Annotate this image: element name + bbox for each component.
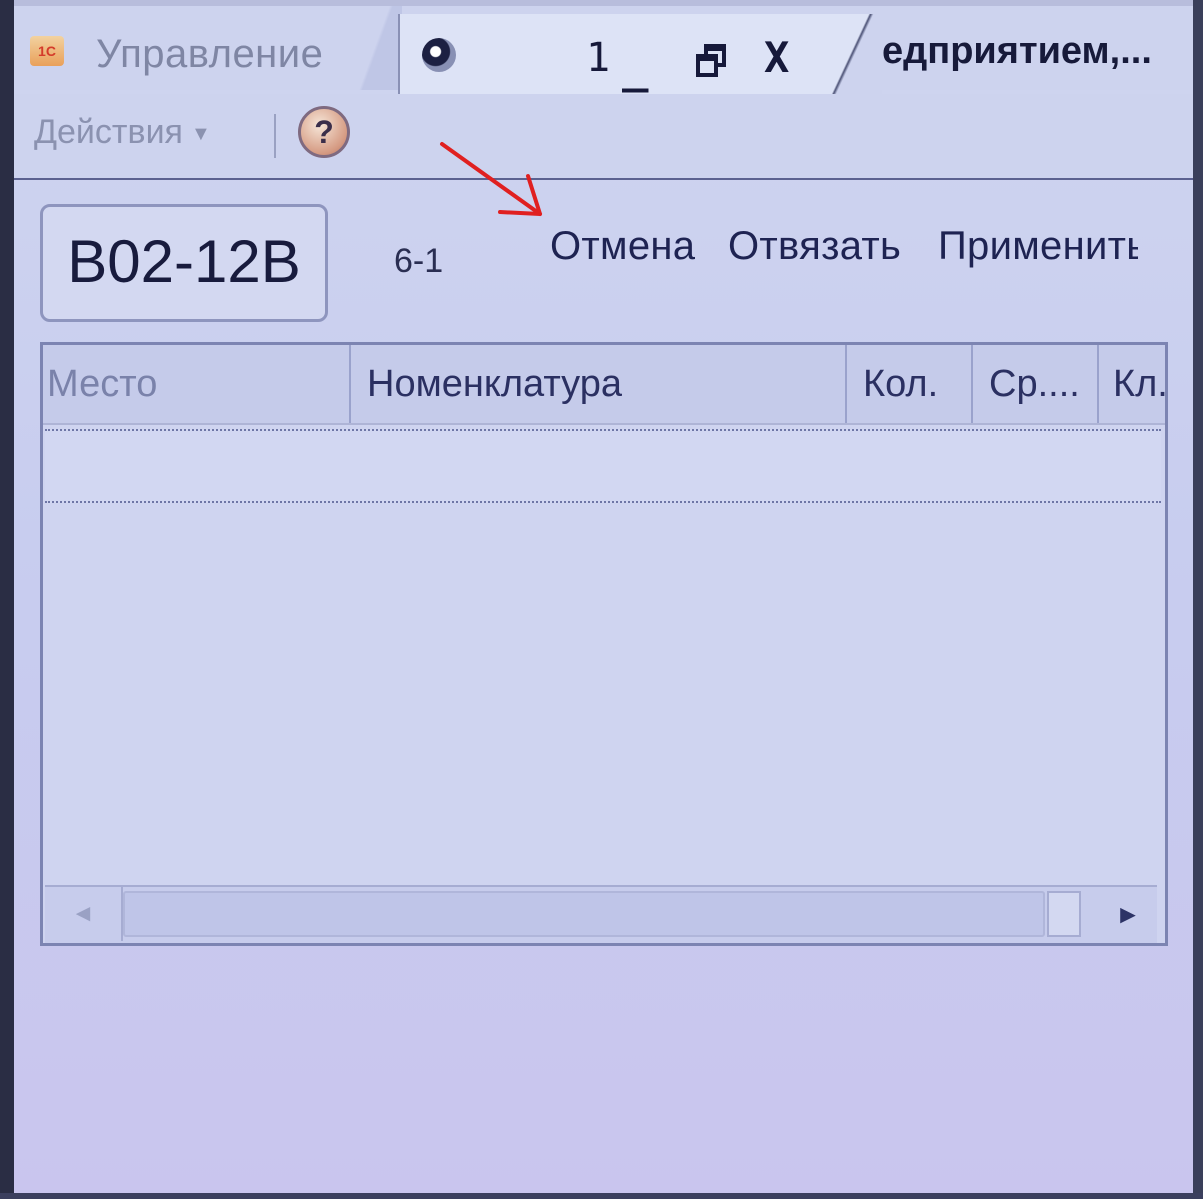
bezel-left [0, 0, 14, 1199]
column-header-place[interactable]: Место [43, 345, 351, 423]
tab-divider-right [826, 14, 882, 98]
toolbar: Действия ▼ ? [14, 94, 1193, 180]
help-button[interactable]: ? [298, 106, 350, 158]
toolbar-separator [274, 114, 276, 158]
column-header-kl[interactable]: Кл. [1099, 345, 1165, 423]
app-icon: 1С [30, 36, 64, 66]
screen: 1С Управление 1 _ X едприятием,... Дейст… [0, 0, 1203, 1199]
bezel-right [1193, 0, 1203, 1199]
cell-code-field[interactable]: B02-12B [40, 204, 328, 322]
apply-button[interactable]: Применить [938, 224, 1138, 269]
table-header: Место Номенклатура Кол. Ср.... Кл. [43, 345, 1165, 425]
restore-icon-front [696, 54, 718, 77]
cancel-button[interactable]: Отмена [550, 224, 695, 269]
scroll-right-icon[interactable]: ► [1099, 887, 1157, 941]
horizontal-scrollbar[interactable]: ◄ ► [45, 885, 1157, 943]
help-icon: ? [314, 114, 334, 150]
enterprise-window-tab[interactable]: едприятием,... [882, 30, 1193, 73]
unbind-button[interactable]: Отвязать [728, 224, 901, 269]
column-header-quantity[interactable]: Кол. [847, 345, 973, 423]
restore-button[interactable] [696, 44, 726, 77]
tab-divider [350, 6, 402, 90]
window-number: 1 [586, 35, 611, 81]
zone-label: 6-1 [394, 242, 444, 280]
scroll-thumb[interactable] [1047, 891, 1081, 937]
items-table[interactable]: Место Номенклатура Кол. Ср.... Кл. ◄ ► [40, 342, 1168, 946]
minimize-button[interactable]: _ [622, 38, 649, 98]
table-body[interactable] [43, 503, 1165, 883]
column-header-nomenclature[interactable]: Номенклатура [351, 345, 847, 423]
chevron-down-icon: ▼ [190, 123, 211, 146]
annotation-arrow-icon [440, 142, 542, 216]
table-row[interactable] [45, 429, 1161, 503]
active-window-tab[interactable]: 1 _ X [398, 14, 832, 98]
column-header-average[interactable]: Ср.... [973, 345, 1099, 423]
scroll-left-icon[interactable]: ◄ [45, 887, 123, 941]
bezel-bottom [0, 1193, 1203, 1199]
close-button[interactable]: X [764, 28, 789, 88]
actions-label: Действия [34, 113, 183, 151]
app-title[interactable]: Управление [96, 32, 376, 77]
window-icon [422, 38, 456, 72]
actions-menu[interactable]: Действия ▼ [34, 108, 211, 156]
scroll-track[interactable] [123, 891, 1045, 937]
